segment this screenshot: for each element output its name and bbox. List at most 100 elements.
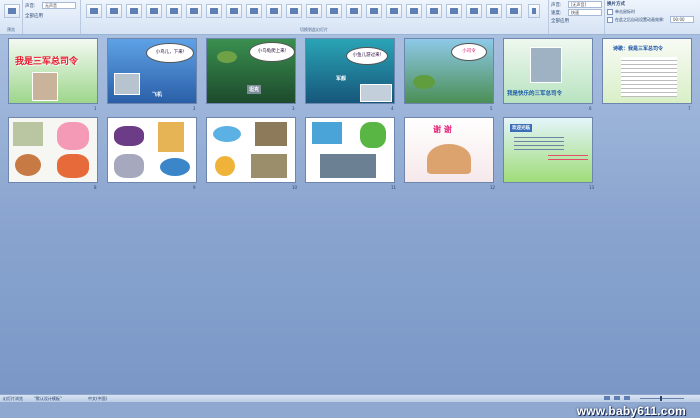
transition-shape[interactable] [426,4,442,18]
turtle-image [413,75,435,89]
transition-checker[interactable] [506,4,522,18]
poem-text-block [621,57,677,97]
transition-options-group: 声音: [无声音] 速度: 快速 全部应用 [548,0,605,34]
slide-thumbnail-6[interactable]: 我是快乐的三军总司令 [503,38,593,104]
view-sorter-icon[interactable] [614,396,620,400]
transition-split[interactable] [186,4,202,18]
slide-title: 我是快乐的三军总司令 [507,91,563,97]
slide-number: 2 [193,106,196,111]
transition-strips[interactable] [206,4,222,18]
slide-thumbnail-7[interactable]: 诗歌：我是三军总司令 [602,38,692,104]
sound-dropdown[interactable]: 无声音 [42,2,76,9]
slide-number: 11 [391,185,397,190]
transition-icon [450,8,458,14]
advance-group-label: 换片方式 [607,2,625,7]
transition-gallery: 切换到此幻灯片 [80,0,549,34]
slide-tag: 飞机 [152,92,163,98]
slide-thumbnail-13[interactable]: 欢迎光临 [503,117,593,183]
slide-number: 4 [391,106,394,111]
transition-wedge[interactable] [326,4,342,18]
transition-icon [510,8,518,14]
transition-uncover[interactable] [466,4,482,18]
speech-bubble: 小鱼儿游过来! [346,47,388,65]
transition-box[interactable] [246,4,262,18]
zoom-slider[interactable] [640,398,684,399]
slide-thumbnail-2[interactable]: 小鸟儿，下来! 飞机 [107,38,197,104]
transition-icon [290,8,298,14]
slide-thumbnail-9[interactable] [107,117,197,183]
child-photo [530,47,562,83]
transition-icon [410,8,418,14]
slide-number: 8 [94,185,97,190]
gallery-more-button[interactable] [528,4,540,18]
snail-image [15,154,41,176]
speed-dropdown[interactable]: 快速 [568,9,602,16]
transition-icon [190,8,198,14]
transition-random[interactable] [406,4,422,18]
preview-group: 预览 [0,0,23,34]
slide-title: 诗歌：我是三军总司令 [613,46,664,52]
transition-icon [230,8,238,14]
slide-thumbnail-5[interactable]: 小司令 [404,38,494,104]
transition-cut[interactable] [386,4,402,18]
slide-sorter[interactable]: 我是三军总司令 1 小鸟儿，下来! 飞机 2 小乌龟爬上来! 坦克 3 小鱼儿游… [0,35,700,418]
transition-cover[interactable] [166,4,182,18]
giraffe-image [158,122,184,152]
transition-plus[interactable] [306,4,322,18]
transition-circle[interactable] [266,4,282,18]
apply-all-button[interactable]: 全部应用 [25,13,43,19]
zoom-slider-thumb[interactable] [660,396,662,401]
transition-icon [430,8,438,14]
turtle-image [217,51,237,63]
preview-button[interactable] [4,4,20,18]
transition-zoom[interactable] [486,4,502,18]
dolphin-image [160,158,190,176]
auto-time-input[interactable]: 00:00 [670,16,694,23]
view-slideshow-icon[interactable] [624,396,630,400]
speech-bubble: 小鸟儿，下来! [146,43,194,63]
sound-option-label: 声音: [551,3,562,8]
slide-thumbnail-10[interactable] [206,117,296,183]
preview-group-label: 预览 [7,27,15,32]
slide-number: 6 [589,106,592,111]
transition-icon [170,8,178,14]
slide-number: 10 [292,185,298,190]
apply-to-all-button[interactable]: 全部应用 [551,18,569,24]
bat-image [114,126,144,146]
slide-number: 5 [490,106,493,111]
bird-photo [114,73,140,95]
transition-fade[interactable] [106,4,122,18]
slide-thumbnail-3[interactable]: 小乌龟爬上来! 坦克 [206,38,296,104]
view-normal-icon[interactable] [604,396,610,400]
sound-option-dropdown[interactable]: [无声音] [568,1,602,8]
speech-bubble: 小司令 [451,43,487,61]
transition-group-label: 切换到此幻灯片 [300,27,328,32]
slide-thumbnail-4[interactable]: 小鱼儿游过来! 军舰 [305,38,395,104]
transition-icon [490,8,498,14]
transition-diamond[interactable] [286,4,302,18]
slide-thumbnail-1[interactable]: 我是三军总司令 [8,38,98,104]
on-click-checkbox[interactable]: 单击鼠标时 [607,9,635,15]
transition-comb[interactable] [366,4,382,18]
transition-none[interactable] [86,4,102,18]
transition-icon [270,8,278,14]
info-text-block [514,134,564,150]
watermark: www.baby611.com [576,404,686,418]
transition-wheel[interactable] [346,4,362,18]
transition-push[interactable] [146,4,162,18]
child-photo [32,72,58,101]
slide-title: 我是三军总司令 [15,57,79,67]
transition-icon [110,8,118,14]
octopus-image [57,122,89,150]
transition-icon [250,8,258,14]
transition-bars[interactable] [226,4,242,18]
slide-thumbnail-8[interactable] [8,117,98,183]
ship-photo [360,84,392,102]
transition-icon [150,8,158,14]
slide-thumbnail-12[interactable]: 谢 谢 [404,117,494,183]
transition-wipe[interactable] [126,4,142,18]
dragonfly-image [312,122,342,144]
auto-advance-checkbox[interactable]: 在此之后自动设置动画效果: [607,17,664,23]
transition-dissolve[interactable] [446,4,462,18]
slide-thumbnail-11[interactable] [305,117,395,183]
